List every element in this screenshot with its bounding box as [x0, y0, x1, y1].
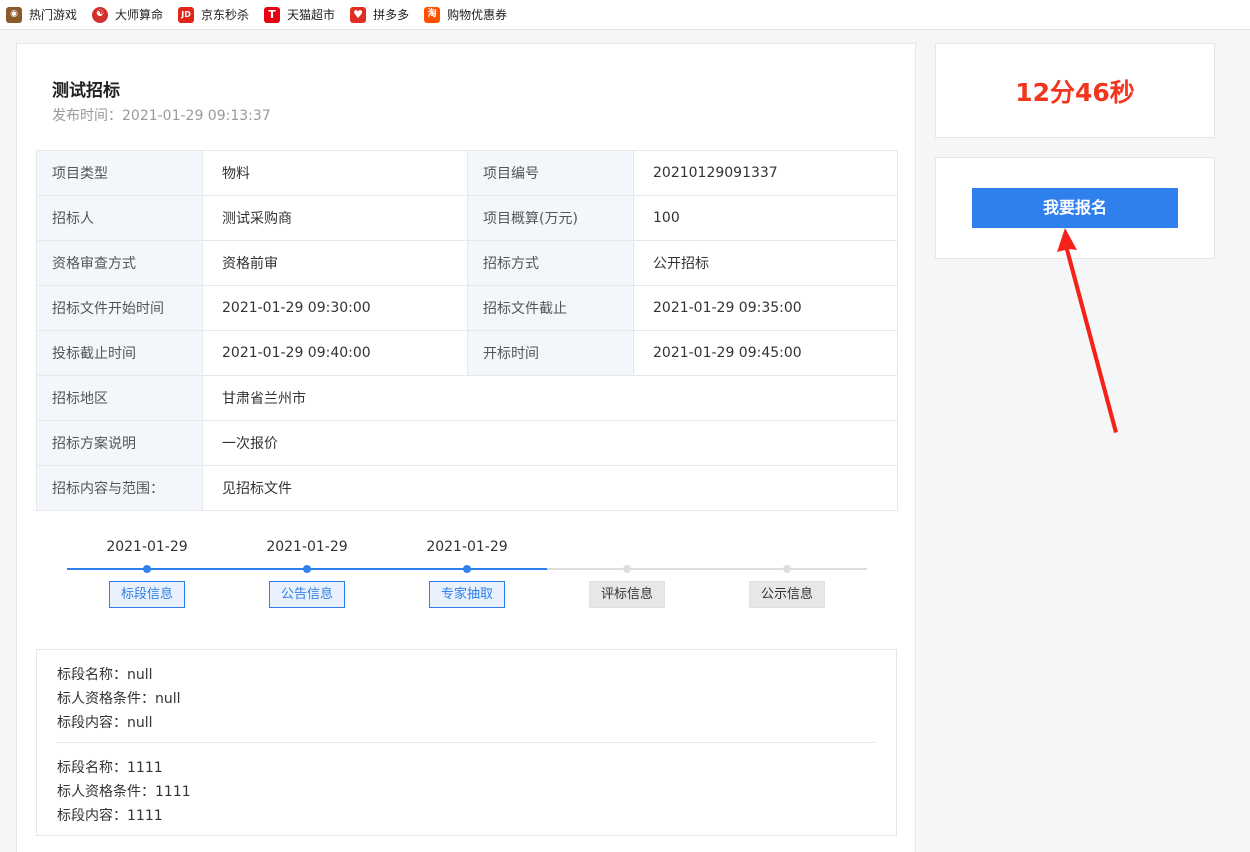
field-label: 招标方式: [467, 240, 634, 286]
bookmark-coupons[interactable]: 淘 购物优惠券: [424, 6, 507, 23]
field-value: 2021-01-29 09:35:00: [633, 285, 898, 331]
tmall-logo-icon: T: [264, 6, 281, 23]
publish-time-label: 发布时间：: [52, 108, 122, 124]
step-dot: [623, 565, 631, 573]
signup-button[interactable]: 我要报名: [972, 188, 1178, 228]
field-label: 项目类型: [36, 150, 203, 196]
tab-expert-draw[interactable]: 专家抽取: [429, 581, 505, 608]
lot-item: 标段名称：1111 标人资格条件：1111 标段内容：1111: [37, 756, 191, 828]
table-row: 招标方案说明 一次报价: [36, 420, 898, 466]
timeline-step-lot-info: 2021-01-29 标段信息: [67, 536, 227, 608]
taobao-logo-icon: 淘: [424, 6, 441, 23]
field-value: 见招标文件: [202, 465, 898, 511]
field-label: 招标文件开始时间: [36, 285, 203, 331]
table-row: 项目类型 物料 项目编号 20210129091337: [36, 150, 898, 196]
field-value: 测试采购商: [202, 195, 468, 241]
field-label: 招标方案说明: [36, 420, 203, 466]
table-row: 招标地区 甘肃省兰州市: [36, 375, 898, 421]
bookmark-label: 拼多多: [373, 8, 410, 22]
bookmark-label: 热门游戏: [29, 8, 78, 22]
game-icon: ◉: [6, 6, 22, 23]
annotation-arrow-icon: [1057, 228, 1118, 433]
field-label: 招标内容与范围：: [36, 465, 203, 511]
field-value: 公开招标: [633, 240, 898, 286]
field-label: 招标地区: [36, 375, 203, 421]
project-info-table: 项目类型 物料 项目编号 20210129091337 招标人 测试采购商 项目…: [36, 150, 898, 511]
tab-publicity[interactable]: 公示信息: [749, 581, 825, 608]
field-value: 一次报价: [202, 420, 898, 466]
field-value: 物料: [202, 150, 468, 196]
table-row: 资格审查方式 资格前审 招标方式 公开招标: [36, 240, 898, 286]
countdown-timer: 12分46秒: [1015, 77, 1135, 107]
bookmark-label: 京东秒杀: [201, 8, 250, 22]
field-label: 开标时间: [467, 330, 634, 376]
publish-time: 发布时间：2021-01-29 09:13:37: [52, 105, 271, 125]
bookmark-hot-games[interactable]: ◉ 热门游戏: [6, 6, 77, 23]
bookmark-fortune[interactable]: ☯ 大师算命: [92, 6, 163, 23]
step-date: 2021-01-29: [266, 539, 348, 555]
progress-timeline: 2021-01-29 标段信息 2021-01-29 公告信息 2021-01-…: [67, 536, 867, 616]
field-value: 2021-01-29 09:40:00: [202, 330, 468, 376]
pinduoduo-logo-icon: ♥: [350, 6, 367, 23]
tab-announcement[interactable]: 公告信息: [269, 581, 345, 608]
lot-qualification: 标人资格条件：null: [57, 691, 181, 707]
tab-evaluation[interactable]: 评标信息: [589, 581, 665, 608]
lot-name: 标段名称：1111: [57, 760, 163, 776]
field-value: 2021-01-29 09:30:00: [202, 285, 468, 331]
bookmark-pinduoduo[interactable]: ♥ 拼多多: [350, 6, 409, 23]
step-date: 2021-01-29: [106, 539, 188, 555]
bookmark-tmall[interactable]: T 天猫超市: [264, 6, 335, 23]
publish-time-value: 2021-01-29 09:13:37: [122, 108, 271, 124]
table-row: 招标文件开始时间 2021-01-29 09:30:00 招标文件截止 2021…: [36, 285, 898, 331]
field-label: 投标截止时间: [36, 330, 203, 376]
field-value: 100: [633, 195, 898, 241]
field-value: 资格前审: [202, 240, 468, 286]
timeline-step-publicity: 公示信息: [707, 536, 867, 608]
lot-content: 标段内容：null: [57, 715, 153, 731]
step-date: [547, 536, 707, 558]
field-label: 项目编号: [467, 150, 634, 196]
table-row: 投标截止时间 2021-01-29 09:40:00 开标时间 2021-01-…: [36, 330, 898, 376]
field-label: 项目概算(万元): [467, 195, 634, 241]
timeline-step-announcement: 2021-01-29 公告信息: [227, 536, 387, 608]
project-detail-card: 测试招标 发布时间：2021-01-29 09:13:37 项目类型 物料 项目…: [16, 43, 916, 852]
timeline-step-evaluation: 评标信息: [547, 536, 707, 608]
bookmark-label: 天猫超市: [287, 8, 336, 22]
step-dot: [303, 565, 311, 573]
field-label: 招标人: [36, 195, 203, 241]
table-row: 招标人 测试采购商 项目概算(万元) 100: [36, 195, 898, 241]
timeline-step-expert-draw: 2021-01-29 专家抽取: [387, 536, 547, 608]
jd-logo-icon: JD: [178, 6, 195, 23]
yinyang-icon: ☯: [92, 6, 109, 23]
step-date: 2021-01-29: [426, 539, 508, 555]
field-label: 招标文件截止: [467, 285, 634, 331]
lot-qualification: 标人资格条件：1111: [57, 784, 191, 800]
step-dot: [783, 565, 791, 573]
field-value: 20210129091337: [633, 150, 898, 196]
tab-lot-info[interactable]: 标段信息: [109, 581, 185, 608]
lot-content: 标段内容：1111: [57, 808, 163, 824]
step-date: [707, 536, 867, 558]
bookmarks-bar: ◉ 热门游戏 ☯ 大师算命 JD 京东秒杀 T 天猫超市 ♥ 拼多多 淘 购物优…: [0, 0, 1250, 30]
field-value: 2021-01-29 09:45:00: [633, 330, 898, 376]
divider: [57, 742, 876, 743]
step-dot: [143, 565, 151, 573]
bookmark-label: 购物优惠券: [447, 8, 508, 22]
bookmark-jd[interactable]: JD 京东秒杀: [178, 6, 249, 23]
lot-name: 标段名称：null: [57, 667, 153, 683]
countdown-card: 12分46秒: [935, 43, 1215, 138]
page-title: 测试招标: [52, 81, 120, 101]
lots-panel: 标段名称：null 标人资格条件：null 标段内容：null 标段名称：111…: [36, 649, 897, 836]
field-label: 资格审查方式: [36, 240, 203, 286]
step-dot: [463, 565, 471, 573]
field-value: 甘肃省兰州市: [202, 375, 898, 421]
table-row: 招标内容与范围： 见招标文件: [36, 465, 898, 511]
lot-item: 标段名称：null 标人资格条件：null 标段内容：null: [37, 663, 181, 735]
bookmark-label: 大师算命: [115, 8, 164, 22]
